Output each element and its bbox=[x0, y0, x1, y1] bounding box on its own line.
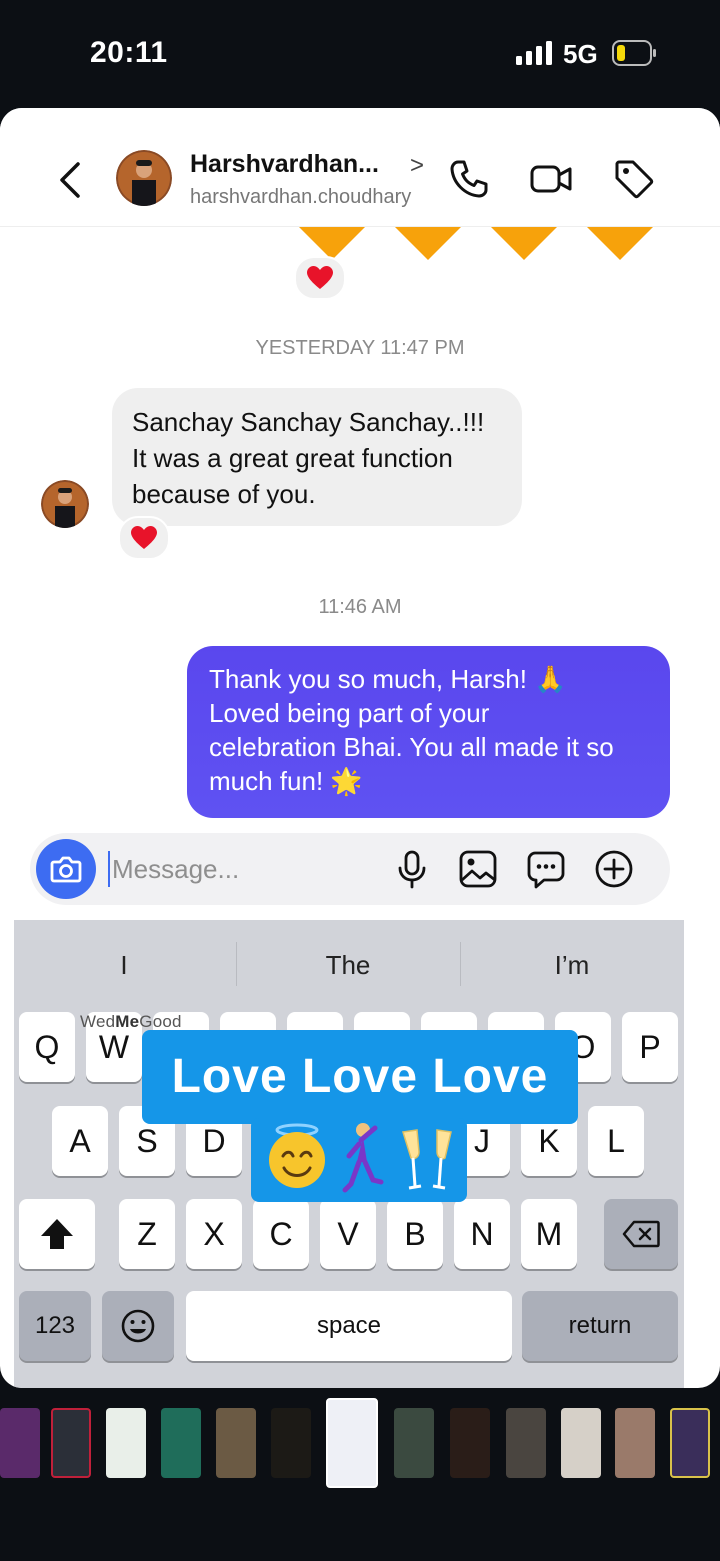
message-line: Loved being part of your bbox=[209, 698, 490, 728]
camera-button[interactable] bbox=[36, 839, 96, 899]
story-thumbnail[interactable] bbox=[561, 1408, 601, 1478]
heart-icon bbox=[131, 526, 157, 549]
watermark-part: Wed bbox=[80, 1012, 116, 1031]
suggestion-1[interactable]: I bbox=[14, 938, 234, 992]
heart-emoji-partial bbox=[490, 226, 558, 260]
emoji-key[interactable] bbox=[102, 1291, 174, 1361]
camera-icon bbox=[50, 856, 82, 883]
video-call-icon[interactable] bbox=[530, 158, 572, 200]
plus-icon[interactable] bbox=[594, 849, 634, 889]
key-x[interactable]: X bbox=[186, 1199, 242, 1269]
watermark: WedMeGood bbox=[80, 1012, 182, 1032]
watermark-part: Good bbox=[139, 1012, 182, 1031]
sticker-text: Love Love Love bbox=[142, 1030, 578, 1124]
story-thumbnail[interactable] bbox=[51, 1408, 91, 1478]
story-thumbnail[interactable] bbox=[394, 1408, 434, 1478]
return-key[interactable]: return bbox=[522, 1291, 678, 1361]
heart-icon bbox=[307, 266, 333, 289]
chevron-right-icon[interactable]: > bbox=[410, 152, 424, 180]
key-p[interactable]: P bbox=[622, 1012, 678, 1082]
message-line: Thank you so much, Harsh! 🙏 bbox=[209, 664, 567, 694]
story-thumbnail[interactable] bbox=[615, 1408, 655, 1478]
key-b[interactable]: B bbox=[387, 1199, 443, 1269]
network-type: 5G bbox=[563, 39, 598, 69]
chat-header: Harshvardhan... > harshvardhan.choudhary bbox=[0, 108, 720, 227]
message-line: It was a great great function bbox=[132, 443, 453, 473]
back-icon[interactable] bbox=[54, 160, 84, 200]
sticker-emojis bbox=[269, 1123, 452, 1193]
gallery-icon[interactable] bbox=[458, 849, 498, 889]
numbers-key[interactable]: 123 bbox=[19, 1291, 91, 1361]
space-key[interactable]: space bbox=[186, 1291, 512, 1361]
status-time: 20:11 bbox=[90, 36, 168, 69]
battery-icon bbox=[612, 40, 656, 66]
story-thumbnail[interactable] bbox=[0, 1408, 40, 1478]
divider bbox=[460, 942, 461, 986]
key-n[interactable]: N bbox=[454, 1199, 510, 1269]
key-z[interactable]: Z bbox=[119, 1199, 175, 1269]
key-q[interactable]: Q bbox=[19, 1012, 75, 1082]
halo-face-icon bbox=[269, 1123, 325, 1188]
message-line: Sanchay Sanchay Sanchay..!!! bbox=[132, 407, 485, 437]
message-composer bbox=[30, 833, 670, 905]
dancer-icon bbox=[342, 1123, 384, 1193]
clinking-glasses-icon bbox=[402, 1129, 452, 1190]
key-v[interactable]: V bbox=[320, 1199, 376, 1269]
story-thumbnail-current[interactable] bbox=[326, 1398, 378, 1488]
heart-reaction[interactable] bbox=[118, 516, 170, 560]
backspace-key[interactable] bbox=[604, 1199, 678, 1269]
backspace-icon bbox=[622, 1220, 660, 1248]
sticker-emoji-box bbox=[251, 1118, 467, 1202]
story-thumbnail[interactable] bbox=[506, 1408, 546, 1478]
incoming-message-bubble[interactable]: Sanchay Sanchay Sanchay..!!! It was a gr… bbox=[112, 388, 522, 526]
message-timestamp: YESTERDAY 11:47 PM bbox=[255, 337, 465, 359]
sender-avatar[interactable] bbox=[41, 480, 89, 528]
divider bbox=[236, 942, 237, 986]
heart-emoji-partial bbox=[298, 226, 366, 260]
story-thumbnail[interactable] bbox=[216, 1408, 256, 1478]
story-thumbnail[interactable] bbox=[670, 1408, 710, 1478]
heart-emoji-partial bbox=[586, 226, 654, 260]
phone-icon[interactable] bbox=[448, 158, 490, 200]
contact-username[interactable]: harshvardhan.choudhary bbox=[190, 186, 411, 209]
story-thumbnail[interactable] bbox=[271, 1408, 311, 1478]
story-thumbnail[interactable] bbox=[106, 1408, 146, 1478]
watermark-part: Me bbox=[115, 1012, 140, 1031]
text-cursor bbox=[108, 851, 110, 887]
status-bar: 20:11 5G bbox=[0, 0, 720, 105]
avatar[interactable] bbox=[116, 150, 172, 206]
message-line: because of you. bbox=[132, 479, 316, 509]
contact-name[interactable]: Harshvardhan... bbox=[190, 150, 379, 179]
message-line: celebration Bhai. You all made it so bbox=[209, 732, 614, 762]
tag-icon[interactable] bbox=[613, 158, 655, 200]
suggestion-3[interactable]: I’m bbox=[462, 938, 682, 992]
suggestion-2[interactable]: The bbox=[238, 938, 458, 992]
heart-reaction[interactable] bbox=[294, 256, 346, 300]
message-timestamp: 11:46 AM bbox=[318, 596, 402, 618]
key-a[interactable]: A bbox=[52, 1106, 108, 1176]
signal-icon bbox=[516, 41, 552, 65]
sticker-icon[interactable] bbox=[526, 849, 566, 889]
story-thumbnail[interactable] bbox=[161, 1408, 201, 1478]
shift-key[interactable] bbox=[19, 1199, 95, 1269]
mic-icon[interactable] bbox=[392, 849, 432, 889]
message-input[interactable] bbox=[112, 847, 352, 891]
outgoing-message-bubble[interactable]: Thank you so much, Harsh! 🙏 Loved being … bbox=[187, 646, 670, 818]
key-l[interactable]: L bbox=[588, 1106, 644, 1176]
story-thumbnail[interactable] bbox=[450, 1408, 490, 1478]
shift-icon bbox=[41, 1219, 73, 1249]
key-c[interactable]: C bbox=[253, 1199, 309, 1269]
message-line: much fun! 🌟 bbox=[209, 766, 363, 796]
heart-emoji-partial bbox=[394, 226, 462, 260]
emoji-icon bbox=[121, 1309, 155, 1343]
key-m[interactable]: M bbox=[521, 1199, 577, 1269]
